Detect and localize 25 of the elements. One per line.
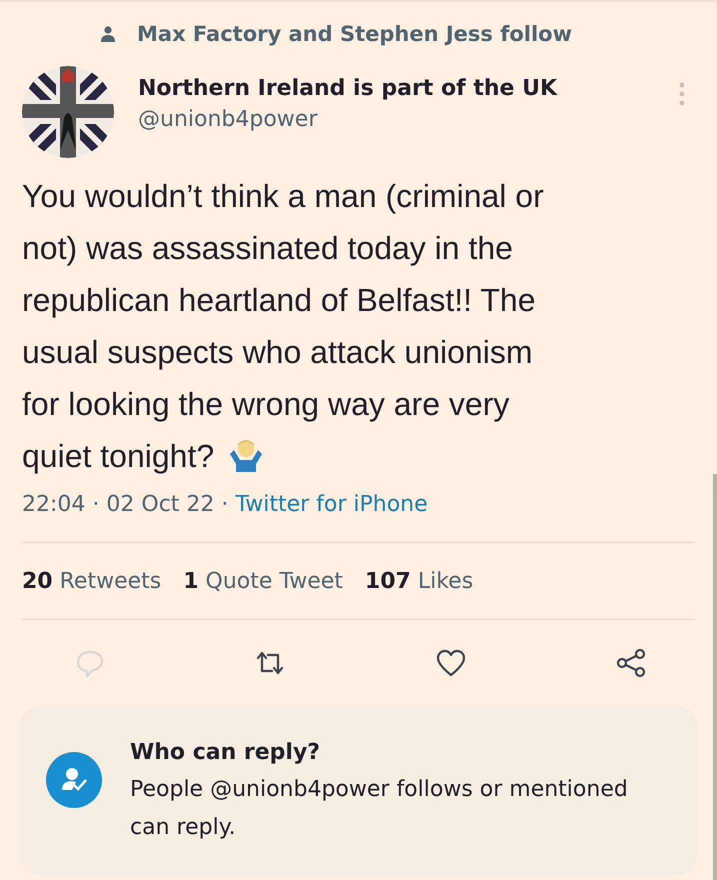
separator-dot: · (92, 492, 100, 516)
tweet-text-line: usual suspects who attack unionism (22, 333, 532, 372)
person-icon (101, 26, 115, 42)
tweet-text-line: quiet tonight? (22, 437, 214, 476)
tweet-text-line: republican heartland of Belfast!! The (22, 281, 536, 320)
reply-settings-title: Who can reply? (130, 740, 322, 765)
tweet-time: 22:04 (22, 492, 86, 516)
author-handle[interactable]: @unionb4power (138, 107, 655, 132)
heart-icon[interactable] (434, 647, 467, 679)
reply-settings-description: People @unionb4power follows or mentioned can reply. (130, 776, 629, 842)
scrollbar[interactable] (713, 474, 717, 880)
stat-link[interactable]: 1 Quote Tweet (183, 568, 343, 594)
stat-link[interactable]: 107 Likes (364, 568, 474, 594)
person-check-icon (46, 752, 102, 808)
source-link[interactable]: Twitter for iPhone (235, 492, 428, 516)
author-name[interactable]: Northern Ireland is part of the UK (138, 76, 655, 101)
separator-dot: · (221, 492, 228, 516)
stat-link[interactable]: 20 Retweets (22, 568, 162, 594)
share-icon[interactable] (614, 647, 647, 679)
tweet-text-line: not) was assassinated today in the (22, 229, 513, 268)
tweet-text-line: for looking the wrong way are very (22, 385, 510, 424)
tweet-text-line: You wouldn’t think a man (criminal or (22, 177, 544, 216)
tweet-date: 02 Oct 22 (106, 492, 214, 516)
person-shrugging-icon (228, 440, 264, 472)
social-context-text: Max Factory and Stephen Jess follow (137, 22, 572, 46)
